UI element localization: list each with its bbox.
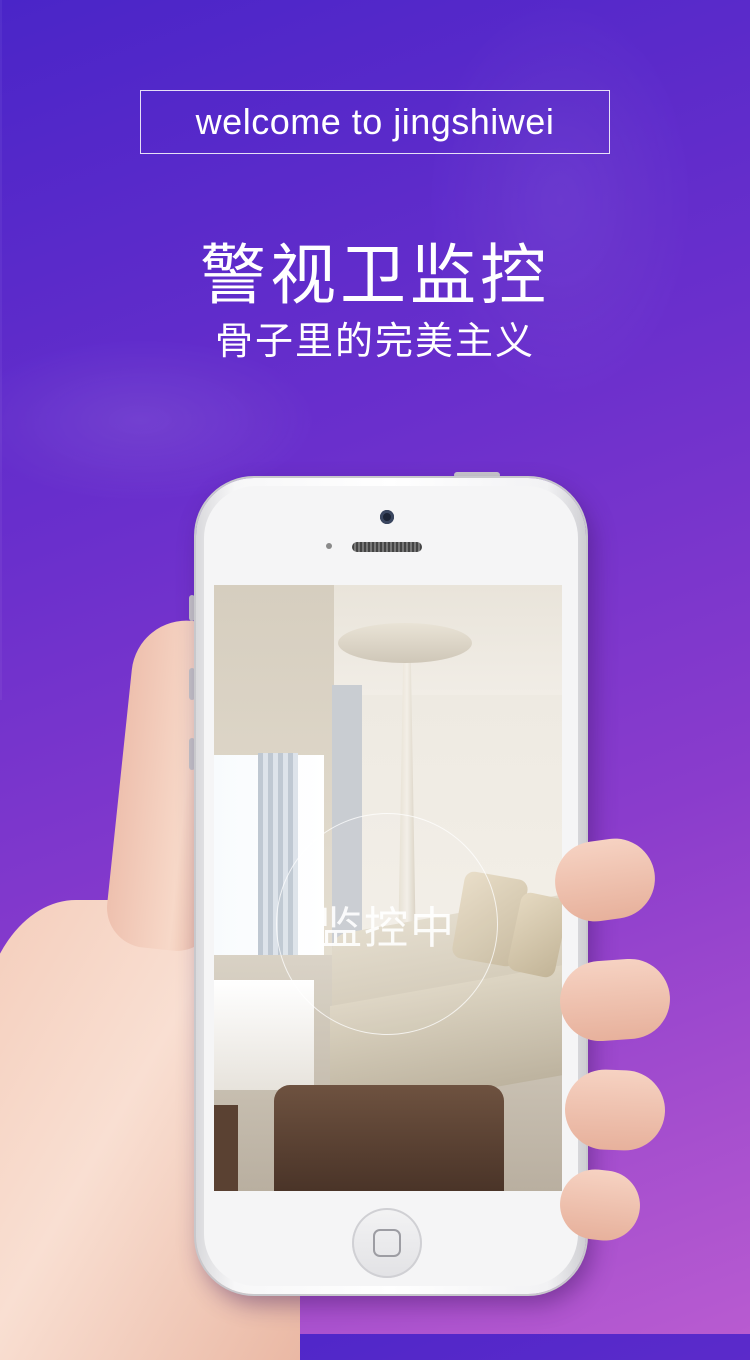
phone-mute-switch (189, 595, 195, 621)
earpiece-speaker (352, 542, 422, 552)
phone-volume-down (189, 738, 195, 770)
hand-finger (557, 956, 673, 1044)
scene-stool (214, 1105, 238, 1191)
monitoring-status-text: 监控中 (318, 903, 456, 954)
scene-ottoman (274, 1085, 504, 1191)
welcome-text: welcome to jingshiwei (195, 101, 555, 142)
welcome-banner: welcome to jingshiwei (140, 90, 610, 154)
scene-lamp-shade (338, 623, 472, 663)
monitoring-status-ring: 监控中 (276, 813, 498, 1035)
home-button (352, 1208, 422, 1278)
app-slogan: 骨子里的完美主义 (214, 319, 535, 363)
app-title: 警视卫监控 (200, 237, 550, 314)
phone-volume-up (189, 668, 195, 700)
proximity-sensor (326, 543, 332, 549)
camera-feed-screen: 监控中 (214, 585, 562, 1191)
hand-finger (563, 1068, 667, 1152)
scene-side-table (214, 980, 314, 1090)
front-camera-icon (380, 510, 394, 524)
home-button-icon (373, 1229, 401, 1257)
